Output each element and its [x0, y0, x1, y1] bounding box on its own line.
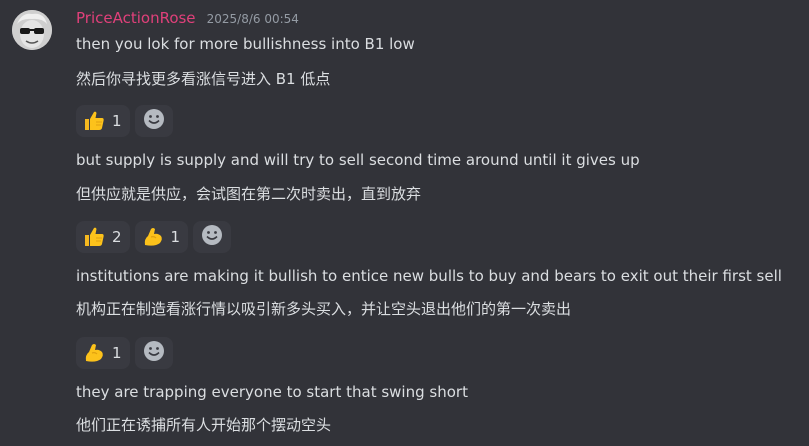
add-reaction-button[interactable]	[134, 337, 173, 369]
flexed-biceps-icon	[141, 225, 165, 249]
reaction-flexed-biceps[interactable]: 1	[76, 337, 130, 369]
reaction-count: 1	[170, 228, 181, 246]
username[interactable]: PriceActionRose	[76, 9, 196, 27]
reaction-thumbs-up[interactable]: 1	[76, 105, 130, 137]
timestamp: 2025/8/6 00:54	[206, 12, 299, 26]
avatar[interactable]	[12, 10, 52, 50]
message-line: then you lok for more bullishness into B…	[76, 35, 415, 53]
flexed-biceps-icon	[82, 341, 106, 365]
smiley-icon	[143, 108, 165, 134]
reaction-count: 1	[112, 344, 122, 362]
thumbs-up-icon	[82, 225, 106, 249]
reaction-thumbs-up[interactable]: 2	[76, 221, 130, 253]
reactions-bar: 1	[76, 337, 173, 371]
smiley-icon	[143, 340, 165, 366]
message-line: 但供应就是供应，会试图在第二次时卖出，直到放弃	[76, 185, 422, 203]
smiley-icon	[201, 224, 223, 250]
message-line: 机构正在制造看涨行情以吸引新多头买入，并让空头退出他们的第一次卖出	[76, 300, 572, 318]
reactions-bar: 1	[76, 105, 173, 139]
message-line: institutions are making it bullish to en…	[76, 267, 782, 285]
thumbs-up-icon	[82, 109, 106, 133]
reactions-bar: 2 1	[76, 221, 232, 255]
message-header: PriceActionRose 2025/8/6 00:54	[76, 8, 299, 30]
message-line: 他们正在诱捕所有人开始那个摆动空头	[76, 416, 332, 434]
message-line: they are trapping everyone to start that…	[76, 383, 468, 401]
reaction-count: 1	[112, 112, 122, 130]
avatar-image	[12, 10, 52, 50]
reaction-flexed-biceps[interactable]: 1	[134, 221, 189, 253]
add-reaction-button[interactable]	[193, 221, 232, 253]
message-line: 然后你寻找更多看涨信号进入 B1 低点	[76, 70, 331, 88]
add-reaction-button[interactable]	[134, 105, 173, 137]
reaction-count: 2	[112, 228, 122, 246]
message-line: but supply is supply and will try to sel…	[76, 151, 640, 169]
